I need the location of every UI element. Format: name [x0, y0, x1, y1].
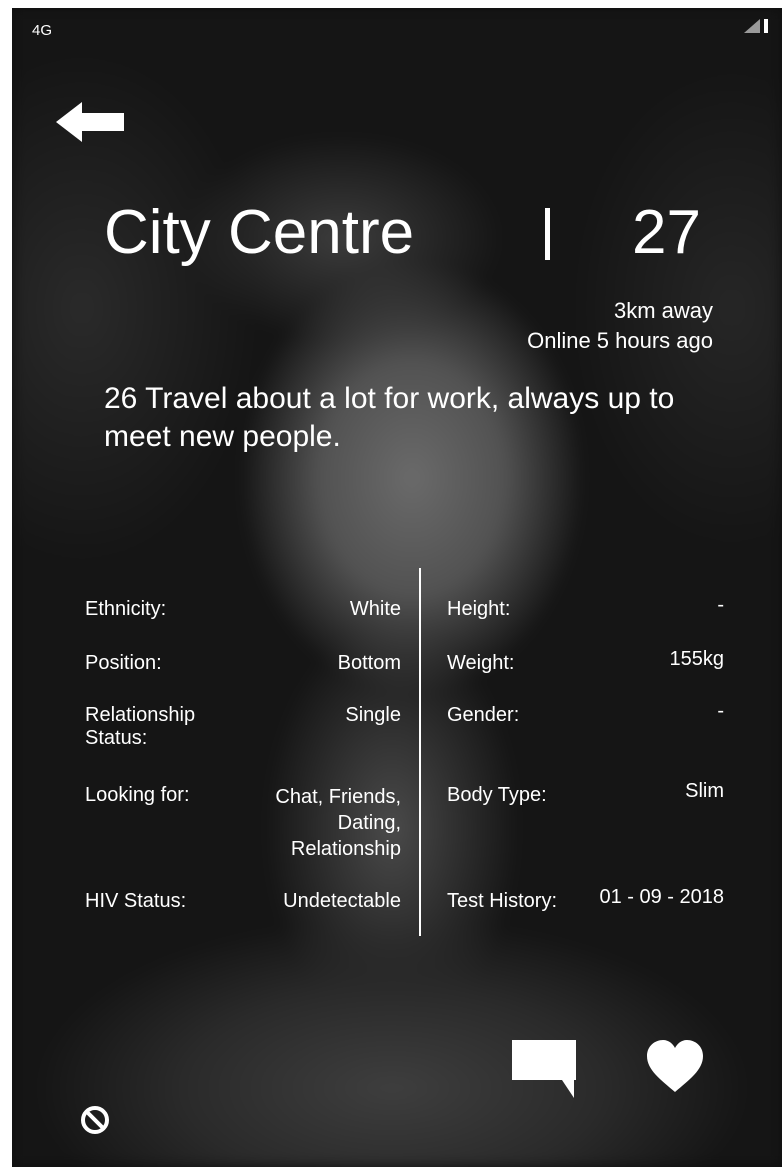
weight-value: 155kg — [669, 648, 725, 670]
position-value: Bottom — [337, 652, 401, 674]
distance-text: 3km away — [613, 298, 713, 323]
looking-for-label: Looking for: — [85, 784, 190, 806]
profile-screen: 4G City Centre 27 3km away Online 5 hour… — [12, 8, 782, 1167]
chat-bubble-icon[interactable] — [510, 1038, 578, 1100]
ethnicity-label: Ethnicity: — [85, 598, 167, 620]
signal-icon — [744, 19, 768, 33]
position-label: Position: — [85, 652, 162, 674]
hiv-status-value: Undetectable — [283, 890, 401, 912]
details-column-divider — [419, 568, 421, 936]
looking-for-value: Chat, Friends, Dating, Relationship — [275, 786, 401, 860]
profile-bio: 26 Travel about a lot for work, always u… — [104, 382, 675, 453]
online-status: Online 5 hours ago — [527, 328, 713, 353]
body-type-value: Slim — [685, 780, 724, 802]
title-separator — [545, 208, 550, 260]
status-bar: 4G — [12, 8, 782, 48]
profile-details: Ethnicity: White Position: Bottom Relati… — [12, 568, 782, 948]
relationship-status-value: Single — [345, 704, 401, 726]
block-icon[interactable] — [79, 1104, 111, 1136]
height-value: - — [717, 594, 724, 616]
hiv-status-label: HIV Status: — [85, 890, 187, 912]
profile-location: City Centre — [104, 198, 415, 267]
test-history-value: 01 - 09 - 2018 — [599, 886, 724, 908]
gender-value: - — [717, 700, 724, 722]
profile-age: 27 — [632, 198, 701, 267]
heart-icon[interactable] — [645, 1038, 705, 1094]
back-arrow-icon[interactable] — [52, 100, 128, 144]
ethnicity-value: White — [349, 598, 401, 620]
network-indicator: 4G — [32, 22, 53, 39]
relationship-status-label: Relationship Status: — [85, 704, 196, 749]
